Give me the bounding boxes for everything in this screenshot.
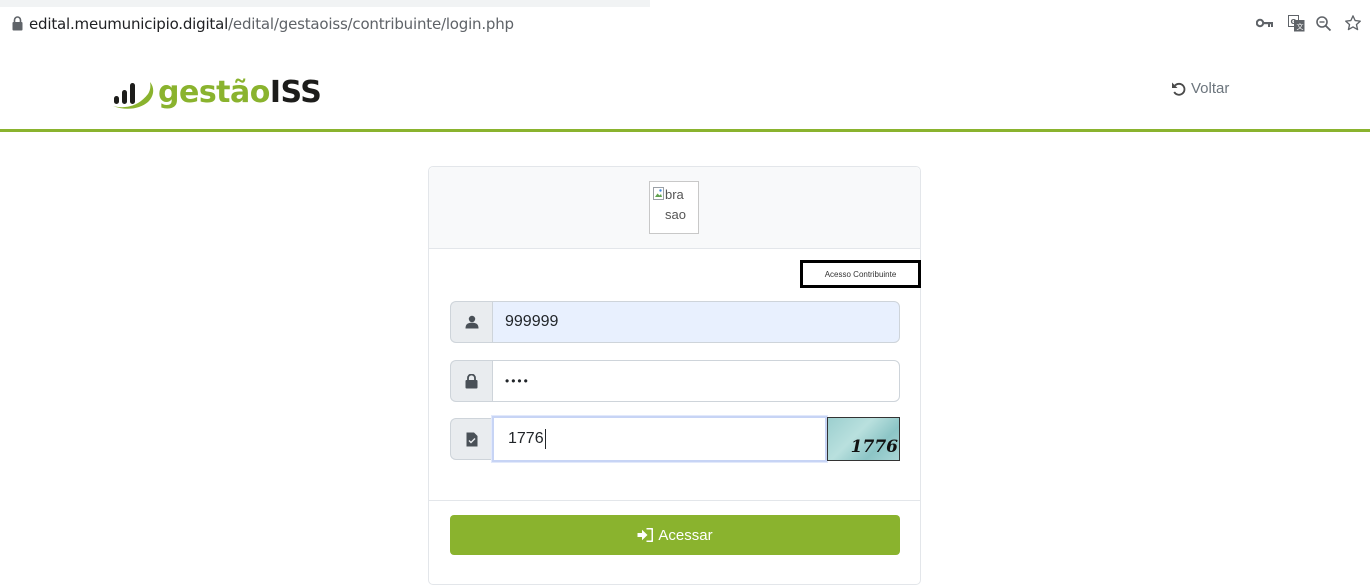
- captcha-addon: [450, 418, 492, 460]
- logo-bars-icon: [113, 82, 154, 109]
- zoom-icon[interactable]: [1312, 12, 1334, 34]
- login-button[interactable]: Acessar: [450, 515, 900, 555]
- captcha-image-text: 1776: [850, 437, 898, 457]
- document-icon: [466, 432, 477, 446]
- user-icon: [465, 315, 478, 329]
- password-addon: [450, 360, 492, 402]
- brasao-alt-part1: bra: [665, 187, 684, 202]
- svg-text:文: 文: [1296, 22, 1303, 31]
- username-field[interactable]: 999999: [492, 301, 900, 343]
- brasao-image: bra sao: [649, 181, 699, 234]
- captcha-value: 1776: [508, 430, 544, 447]
- undo-icon: [1172, 82, 1186, 96]
- logo-text-iss: ISS: [269, 74, 322, 110]
- text-caret: [544, 429, 546, 449]
- card-header: bra sao: [429, 167, 920, 249]
- broken-image-icon: [653, 187, 664, 200]
- user-addon: [450, 301, 492, 343]
- lock-icon: [465, 373, 478, 388]
- back-link[interactable]: Voltar: [1171, 80, 1229, 97]
- key-icon[interactable]: [1254, 12, 1276, 34]
- password-group: ••••: [450, 360, 900, 402]
- lock-icon[interactable]: [12, 16, 23, 31]
- brasao-alt-part2: sao: [665, 207, 686, 222]
- translate-icon[interactable]: G文: [1285, 12, 1307, 34]
- browser-address-bar: edital.meumunicipio.digital/edital/gesta…: [0, 0, 1370, 48]
- card-footer-divider: [429, 500, 920, 501]
- url-path: /edital/gestaoiss/contribuinte/login.php: [228, 15, 514, 33]
- gestaoiss-logo[interactable]: gestão ISS: [112, 72, 322, 112]
- captcha-group: 1776 1776: [450, 416, 900, 462]
- sign-in-icon: [637, 528, 654, 542]
- logo-text-gestao: gestão: [158, 74, 270, 110]
- back-label: Voltar: [1191, 80, 1230, 97]
- tab-strip: [0, 0, 650, 7]
- access-label: Acesso Contribuinte: [800, 260, 921, 288]
- site-header: gestão ISS Voltar: [0, 48, 1370, 132]
- captcha-image: 1776: [827, 417, 900, 461]
- login-button-label: Acessar: [658, 526, 713, 544]
- url-field[interactable]: edital.meumunicipio.digital/edital/gesta…: [29, 15, 514, 33]
- username-group: 999999: [450, 301, 900, 343]
- url-domain: edital.meumunicipio.digital: [29, 15, 229, 33]
- login-card: bra sao Acesso Contribuinte 999999 ••••: [428, 166, 921, 585]
- password-field[interactable]: ••••: [492, 360, 900, 402]
- star-icon[interactable]: [1342, 12, 1364, 34]
- captcha-field[interactable]: 1776: [492, 416, 827, 462]
